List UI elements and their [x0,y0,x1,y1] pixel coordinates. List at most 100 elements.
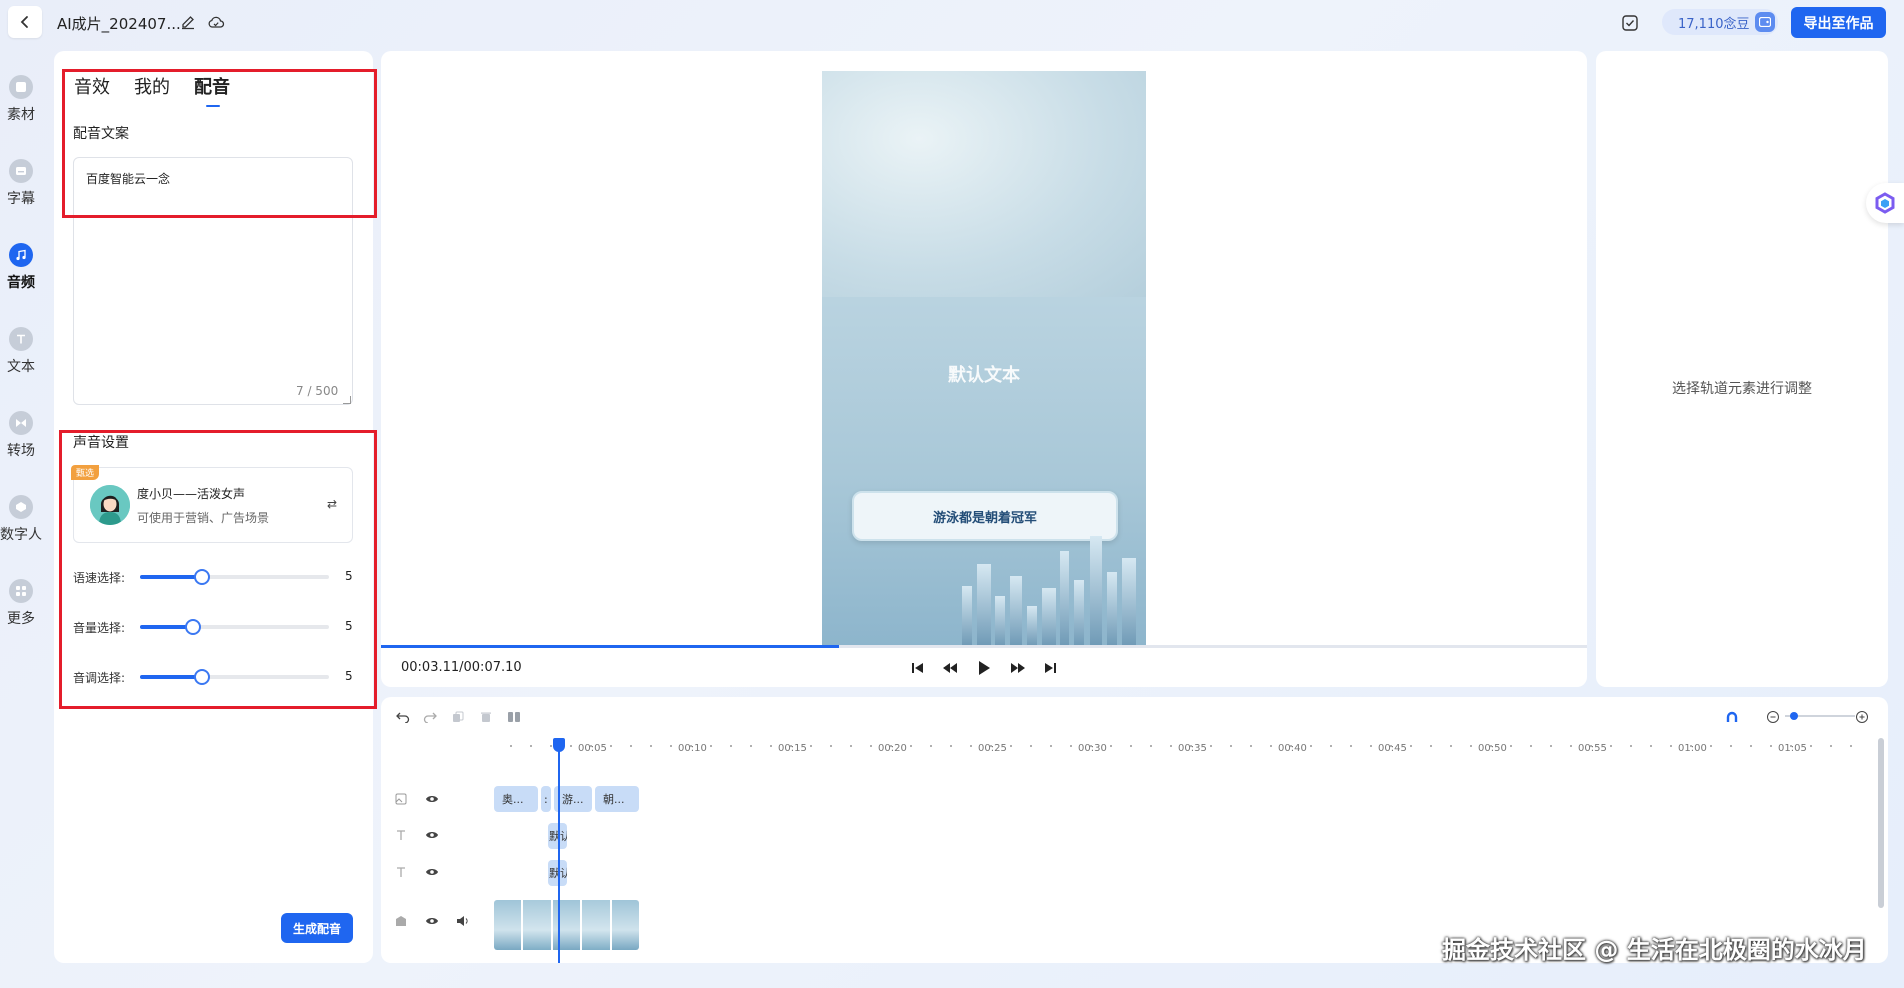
ruler-tick [1210,745,1212,747]
digital-human-icon [9,495,33,519]
volume-slider-label: 音量选择: [73,621,126,635]
swap-voice-icon[interactable]: ⇄ [327,497,337,511]
volume-slider[interactable] [140,625,329,629]
ruler-tick [870,745,872,747]
generate-dubbing-button[interactable]: 生成配音 [281,913,353,943]
beans-balance[interactable]: 17,110念豆 [1662,9,1778,35]
nav-label: 音频 [7,275,35,291]
video-clip-strip[interactable] [494,900,639,950]
ruler-tick [1330,745,1332,747]
skip-start-icon[interactable] [908,659,928,677]
ruler-tick [610,745,612,747]
magnet-snap-icon[interactable] [1724,709,1740,725]
nav-item-text[interactable]: 文本 [0,327,42,376]
playback-progress[interactable] [381,645,1587,648]
wallet-icon [1755,12,1775,32]
speed-slider[interactable] [140,575,329,579]
nav-item-material[interactable]: 素材 [0,75,42,124]
timecode: 00:03.11/00:07.10 [401,660,522,675]
edit-pencil-icon[interactable] [179,13,197,31]
ruler-tick [850,745,852,747]
ruler-tick [750,745,752,747]
nav-item-digital-human[interactable]: 数字人 [0,495,42,544]
video-preview[interactable]: 默认文本 游泳都是朝着冠军 [822,71,1146,646]
ruler-tick [1070,745,1072,747]
playhead-handle[interactable] [553,738,565,752]
ruler-tick [650,745,652,747]
ruler-tick [1150,745,1152,747]
ruler-tick [1370,745,1372,747]
play-icon[interactable] [974,659,994,677]
ruler-tick [1830,745,1832,747]
ruler-tick [770,745,772,747]
eye-icon[interactable] [424,791,440,807]
ruler-tick [1250,745,1252,747]
ruler-tick [830,745,832,747]
ruler-tick [930,745,932,747]
speed-value: 5 [345,569,353,583]
video-thumbnail [611,900,639,950]
ruler-tick [790,745,792,747]
volume-slider-thumb[interactable] [184,619,201,635]
nav-item-subtitle[interactable]: 字幕 [0,159,42,208]
eye-icon[interactable] [424,913,440,929]
undo-icon[interactable] [395,709,411,725]
delete-icon[interactable] [478,709,494,725]
ruler-tick [1630,745,1632,747]
ruler-tick [1470,745,1472,747]
pitch-slider-label: 音调选择: [73,671,126,685]
task-checklist-icon[interactable] [1620,13,1640,33]
pitch-slider[interactable] [140,675,329,679]
eye-icon[interactable] [424,864,440,880]
ruler-tick [1770,745,1772,747]
video-track-icon [393,913,409,929]
skip-end-icon[interactable] [1040,659,1060,677]
fast-forward-icon[interactable] [1008,659,1028,677]
split-icon[interactable] [506,709,522,725]
zoom-out-icon[interactable] [1765,709,1781,725]
music-note-icon [9,243,33,267]
zoom-slider-thumb[interactable] [1790,712,1798,720]
properties-hint: 选择轨道元素进行调整 [1672,381,1812,397]
ruler-tick [570,745,572,747]
rewind-icon[interactable] [940,659,960,677]
copy-icon[interactable] [450,709,466,725]
video-thumbnail [582,900,610,950]
ruler-tick [1410,745,1412,747]
image-clip[interactable]: : [541,786,551,812]
slider-fill [140,675,203,679]
ruler-tick [910,745,912,747]
zoom-in-icon[interactable] [1854,709,1870,725]
ruler-tick [630,745,632,747]
nav-item-more[interactable]: 更多 [0,579,42,628]
nav-label: 更多 [7,611,35,627]
resize-grip-icon[interactable] [343,396,351,404]
transition-icon [9,411,33,435]
ruler-tick [1590,745,1592,747]
back-button[interactable] [8,6,42,38]
ruler-tick [1750,745,1752,747]
ruler-tick [1690,745,1692,747]
featured-badge: 甄选 [71,465,99,480]
image-clip[interactable]: 奥... [494,786,538,812]
timeline-scrollbar[interactable] [1878,738,1884,908]
ruler-tick [1190,745,1192,747]
assistant-logo-icon[interactable] [1866,183,1904,223]
volume-icon[interactable] [455,913,471,929]
ruler-tick [1570,745,1572,747]
image-clip[interactable]: 朝... [595,786,639,812]
ruler-tick [1050,745,1052,747]
cloud-save-icon[interactable] [207,13,225,31]
video-thumbnail [552,900,581,950]
nav-item-transition[interactable]: 转场 [0,411,42,460]
playhead[interactable] [558,738,560,963]
nav-item-audio[interactable]: 音频 [0,243,42,292]
text-icon [9,327,33,351]
eye-icon[interactable] [424,827,440,843]
char-counter: 7 / 500 [296,384,339,398]
subtitle-icon [9,159,33,183]
redo-icon[interactable] [422,709,438,725]
ruler-tick [1510,745,1512,747]
ruler-tick [1390,745,1392,747]
export-button[interactable]: 导出至作品 [1791,7,1886,38]
